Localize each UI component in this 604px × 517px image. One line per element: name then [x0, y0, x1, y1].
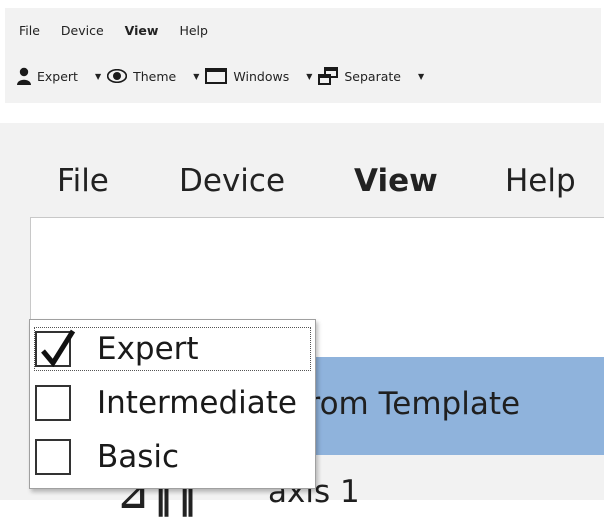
windows-button[interactable]: Windows ▼ — [205, 68, 318, 84]
theme-label: Theme — [133, 68, 177, 84]
user-level-dropdown: Expert Intermediate Basic — [29, 319, 316, 489]
toolbar: Expert ▼ Theme ▼ Windows ▼ Separate ▼ — [17, 64, 430, 88]
option-label: Basic — [97, 439, 180, 475]
checkbox-unchecked[interactable] — [35, 439, 71, 475]
caret-down-icon[interactable]: ▼ — [193, 72, 199, 81]
user-level-option-basic[interactable]: Basic — [35, 436, 310, 478]
menu-device[interactable]: Device — [61, 23, 104, 39]
user-level-label: Expert — [37, 68, 78, 84]
user-icon — [17, 67, 31, 85]
caret-down-icon[interactable]: ▼ — [418, 72, 424, 81]
option-label: Expert — [97, 331, 199, 367]
caret-down-icon[interactable]: ▼ — [306, 72, 312, 81]
small-preview-panel: File Device View Help Expert ▼ Theme ▼ W… — [5, 8, 601, 103]
menu-help[interactable]: Help — [505, 161, 595, 201]
separate-windows-icon — [318, 67, 339, 85]
menu-help[interactable]: Help — [179, 23, 208, 39]
menu-view[interactable]: View — [354, 161, 505, 201]
separate-button[interactable]: Separate ▼ — [318, 67, 430, 85]
menu-file[interactable]: File — [19, 23, 40, 39]
menu-bar: File Device View Help — [19, 23, 229, 39]
menu-view[interactable]: View — [125, 23, 159, 39]
menu-file[interactable]: File — [57, 161, 179, 201]
checkbox-unchecked[interactable] — [35, 385, 71, 421]
checkbox-checked[interactable] — [35, 329, 76, 367]
window-icon — [205, 68, 228, 84]
user-level-option-expert[interactable]: Expert — [34, 327, 311, 371]
eye-icon — [107, 69, 128, 83]
checkmark-icon — [41, 329, 76, 367]
menu-device[interactable]: Device — [179, 161, 354, 201]
caret-down-icon[interactable]: ▼ — [95, 72, 101, 81]
user-level-option-intermediate[interactable]: Intermediate — [35, 382, 310, 424]
separate-label: Separate — [344, 68, 401, 84]
windows-label: Windows — [233, 68, 290, 84]
option-label: Intermediate — [97, 385, 298, 421]
user-level-button[interactable]: Expert ▼ — [17, 67, 107, 85]
theme-button[interactable]: Theme ▼ — [107, 69, 205, 84]
menu-bar-zoomed: File Device View Help — [57, 161, 595, 201]
